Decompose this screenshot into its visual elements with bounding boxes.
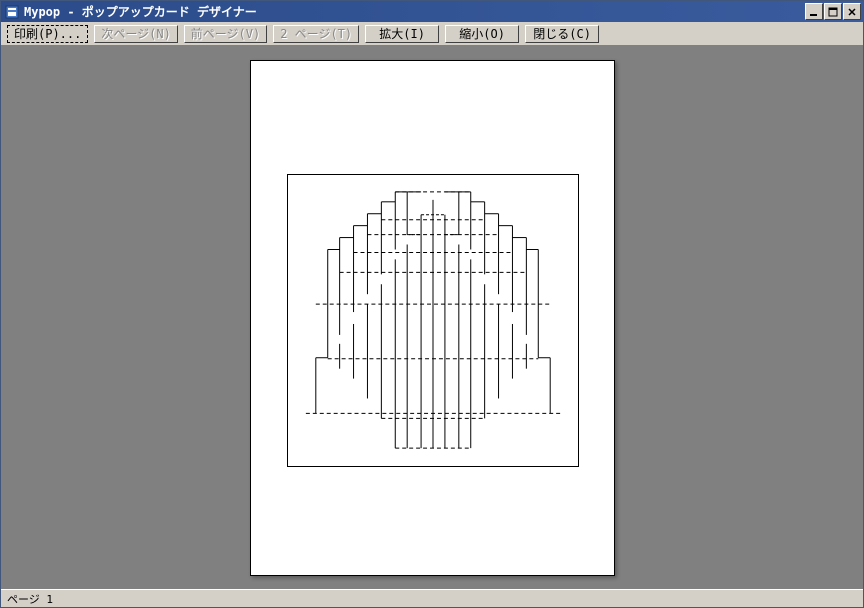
popup-design — [287, 174, 579, 467]
window-controls — [804, 3, 861, 20]
window-title: Mypop - ポップアップカード デザイナー — [24, 3, 804, 20]
maximize-button[interactable] — [824, 3, 842, 20]
minimize-button[interactable] — [805, 3, 823, 20]
close-button[interactable] — [843, 3, 861, 20]
preview-area — [1, 46, 863, 589]
next-page-button: 次ページ(N) — [94, 25, 177, 43]
page-preview — [250, 60, 615, 576]
title-bar: Mypop - ポップアップカード デザイナー — [1, 1, 863, 22]
print-button[interactable]: 印刷(P)... — [7, 25, 88, 43]
prev-page-button: 前ページ(V) — [184, 25, 267, 43]
toolbar: 印刷(P)... 次ページ(N) 前ページ(V) 2 ページ(T) 拡大(I) … — [1, 22, 863, 46]
two-page-button: 2 ページ(T) — [273, 25, 359, 43]
close-preview-button[interactable]: 閉じる(C) — [525, 25, 599, 43]
status-bar: ページ 1 — [1, 589, 863, 607]
zoom-in-button[interactable]: 拡大(I) — [365, 25, 439, 43]
zoom-out-button[interactable]: 縮小(O) — [445, 25, 519, 43]
app-icon — [4, 4, 20, 20]
status-page-label: ページ 1 — [7, 591, 53, 607]
